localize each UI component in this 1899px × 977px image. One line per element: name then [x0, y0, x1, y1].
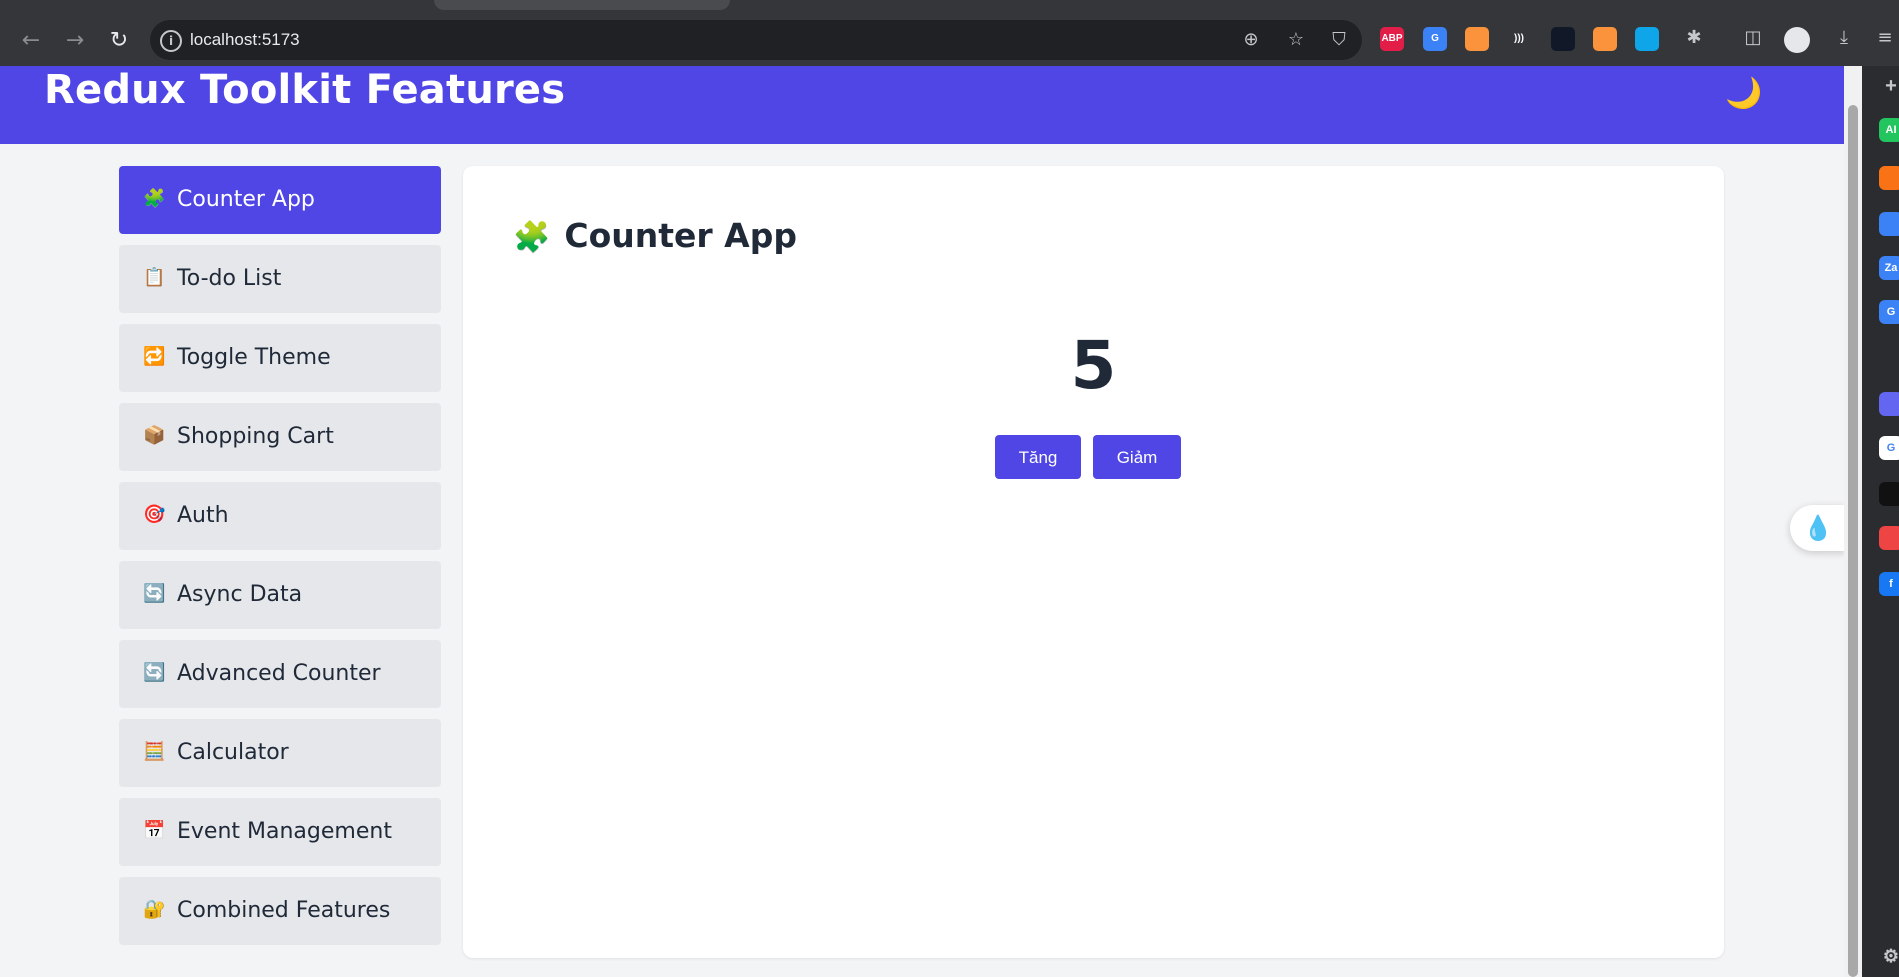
event-management-icon: 📅 [143, 820, 166, 841]
sidebar-item-label: Calculator [177, 740, 289, 765]
add-icon[interactable]: + [1879, 74, 1899, 98]
sidebar-item-label: Event Management [177, 819, 392, 844]
link-icon[interactable] [1879, 392, 1899, 416]
calculator-icon: 🧮 [143, 741, 166, 762]
auth-icon: 🎯 [143, 504, 166, 525]
ext-doc-icon[interactable] [1593, 27, 1617, 51]
shopping-cart-icon: 📦 [143, 425, 166, 446]
bookmark-star-icon[interactable]: ☆ [1285, 29, 1307, 51]
sidebar-item-shopping-cart[interactable]: 📦 Shopping Cart [119, 403, 441, 471]
puzzle-icon: 🧩 [513, 220, 551, 255]
advanced-counter-icon: 🔄 [143, 662, 166, 683]
counter-app-icon: 🧩 [143, 188, 166, 209]
settings-icon[interactable]: ⚙ [1879, 944, 1899, 968]
app-header: Redux Toolkit Features 🌙 [0, 66, 1844, 144]
ext-drop-icon[interactable] [1635, 27, 1659, 51]
sidebar-item-toggle-theme[interactable]: 🔁 Toggle Theme [119, 324, 441, 392]
shield-icon[interactable]: ⛉ [1328, 29, 1350, 51]
site-info-icon[interactable]: i [160, 30, 182, 52]
translate-icon[interactable]: G [1879, 300, 1899, 324]
sidebar-item-label: Combined Features [177, 898, 391, 923]
page-title: 🧩 Counter App [513, 216, 797, 258]
menu-icon[interactable]: ≡ [1874, 27, 1896, 49]
google-icon[interactable]: G [1879, 436, 1899, 460]
sidebar-item-label: Counter App [177, 187, 315, 212]
youtube-icon[interactable] [1879, 526, 1899, 550]
profile-avatar[interactable] [1784, 27, 1810, 53]
ext-orange-icon[interactable] [1465, 27, 1489, 51]
sidebar-item-calculator[interactable]: 🧮 Calculator [119, 719, 441, 787]
back-icon[interactable]: ← [16, 26, 46, 56]
url-text[interactable]: localhost:5173 [190, 30, 300, 50]
adblock-plus-icon[interactable]: ABP [1380, 27, 1404, 51]
sidebar-item-counter-app[interactable]: 🧩 Counter App [119, 166, 441, 234]
address-bar[interactable]: i localhost:5173 ⊕ ☆ ⛉ [150, 20, 1362, 60]
ext-pen-icon[interactable] [1551, 27, 1575, 51]
ext-waves-icon[interactable]: ))) [1507, 27, 1531, 51]
sidebar-item-label: Shopping Cart [177, 424, 334, 449]
floating-assistant-icon[interactable]: 💧 [1790, 505, 1846, 551]
sidebar-item-label: Advanced Counter [177, 661, 381, 686]
scrollbar-thumb[interactable] [1848, 105, 1858, 977]
sidebar-item-label: To-do List [177, 266, 282, 291]
google-translate-icon[interactable]: G [1423, 27, 1447, 51]
sidebar-item-auth[interactable]: 🎯 Auth [119, 482, 441, 550]
forward-icon[interactable]: → [60, 26, 90, 56]
crown-icon[interactable] [1879, 166, 1899, 190]
moon-icon[interactable]: 🌙 [1724, 74, 1764, 114]
zoom-icon[interactable]: ⊕ [1240, 29, 1262, 51]
openai-icon[interactable] [1879, 482, 1899, 506]
app-title: Redux Toolkit Features [44, 67, 566, 113]
sidebar-item-todo-list[interactable]: 📋 To-do List [119, 245, 441, 313]
zalo-icon[interactable]: Za [1879, 256, 1899, 280]
sidebar-item-combined-features[interactable]: 🔐 Combined Features [119, 877, 441, 945]
reload-icon[interactable]: ↻ [104, 26, 134, 56]
messenger-icon[interactable] [1879, 212, 1899, 236]
combined-features-icon: 🔐 [143, 899, 166, 920]
sidebar-item-event-management[interactable]: 📅 Event Management [119, 798, 441, 866]
page-title-text: Counter App [564, 216, 797, 255]
sidebar-item-async-data[interactable]: 🔄 Async Data [119, 561, 441, 629]
counter-card: 🧩 Counter App 5 Tăng Giảm [463, 166, 1724, 958]
increase-button[interactable]: Tăng [995, 435, 1081, 479]
todo-list-icon: 📋 [143, 267, 166, 288]
download-icon[interactable]: ⤓ [1833, 27, 1855, 49]
toggle-theme-icon: 🔁 [143, 346, 166, 367]
decrease-button[interactable]: Giảm [1093, 435, 1181, 479]
counter-value: 5 [1070, 327, 1117, 404]
sidebar-item-label: Auth [177, 503, 229, 528]
browser-tab[interactable] [434, 0, 730, 10]
ai-chat-icon[interactable]: AI [1879, 118, 1899, 142]
facebook-icon[interactable]: f [1879, 572, 1899, 596]
sidebar-item-label: Async Data [177, 582, 303, 607]
extensions-puzzle-icon[interactable]: ✱ [1683, 27, 1705, 49]
side-panel-icon[interactable]: ◫ [1742, 27, 1764, 49]
async-data-icon: 🔄 [143, 583, 166, 604]
sidebar-item-advanced-counter[interactable]: 🔄 Advanced Counter [119, 640, 441, 708]
sidebar-item-label: Toggle Theme [177, 345, 331, 370]
